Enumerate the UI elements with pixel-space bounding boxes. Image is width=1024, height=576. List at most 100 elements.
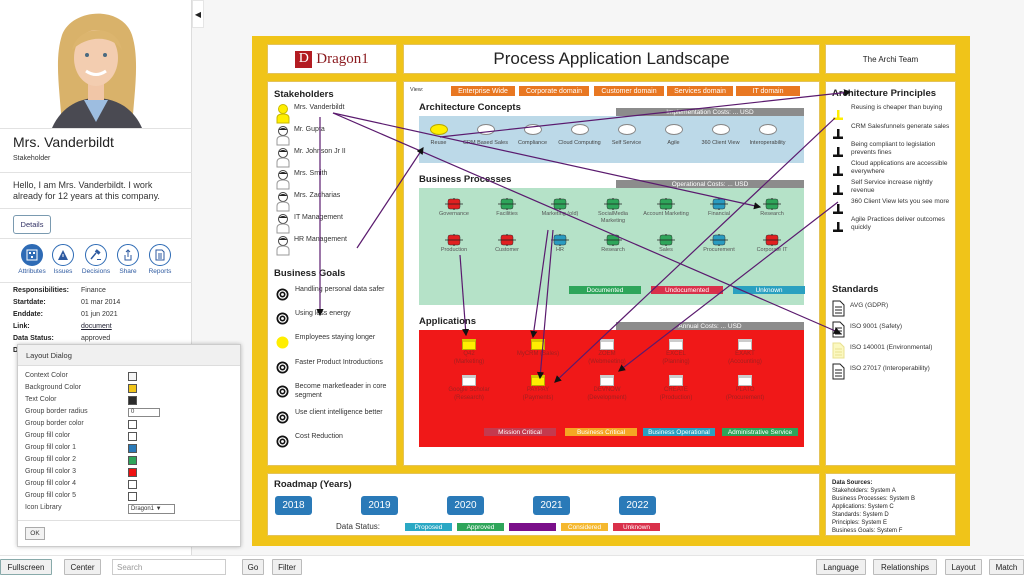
view-button[interactable]: Services domain bbox=[667, 86, 733, 96]
center-button[interactable]: Center bbox=[64, 559, 101, 575]
principle-item[interactable]: Reusing is cheaper than buying bbox=[832, 104, 954, 122]
goal-item[interactable]: Use client intelligence better bbox=[276, 408, 394, 428]
process-item[interactable]: Production bbox=[428, 234, 480, 254]
process-item[interactable]: Research bbox=[746, 198, 798, 218]
application-legend-item[interactable]: Mission Critical bbox=[484, 428, 556, 436]
color-swatch[interactable] bbox=[128, 480, 137, 489]
color-swatch[interactable] bbox=[128, 444, 137, 453]
process-legend-item[interactable]: Documented bbox=[569, 286, 641, 294]
stakeholder-item[interactable]: Mr. Johnson Jr II bbox=[276, 148, 394, 168]
process-legend-item[interactable]: Unknown bbox=[733, 286, 805, 294]
application-item[interactable]: Google Scholar (Research) bbox=[436, 375, 502, 402]
color-swatch[interactable] bbox=[128, 384, 137, 393]
collapse-panel-button[interactable]: ◀ bbox=[192, 0, 204, 28]
process-item[interactable]: Facilities bbox=[481, 198, 533, 218]
layout-button[interactable]: Layout bbox=[945, 559, 982, 575]
year-button[interactable]: 2020 bbox=[447, 496, 484, 515]
standard-item[interactable]: ISO 9001 (Safety) bbox=[832, 321, 954, 339]
principle-item[interactable]: Agile Practices deliver outcomes quickly bbox=[832, 216, 954, 234]
goal-item[interactable]: Employees staying longer bbox=[276, 333, 394, 353]
color-swatch[interactable] bbox=[128, 492, 137, 501]
data-status-chip[interactable] bbox=[509, 523, 556, 531]
search-input[interactable] bbox=[112, 559, 226, 575]
fullscreen-button[interactable]: Fullscreen bbox=[0, 559, 52, 575]
application-item[interactable]: Q42 (Marketing) bbox=[436, 339, 502, 366]
year-button[interactable]: 2022 bbox=[619, 496, 656, 515]
color-swatch[interactable] bbox=[128, 372, 137, 381]
application-item[interactable]: DEVNOW (Development) bbox=[574, 375, 640, 402]
filter-button[interactable]: Filter bbox=[272, 559, 302, 575]
process-item[interactable]: Sales bbox=[640, 234, 692, 254]
stakeholder-item[interactable]: HR Management bbox=[276, 236, 394, 256]
goal-item[interactable]: Faster Product Introductions bbox=[276, 358, 394, 378]
goal-item[interactable]: Cost Reduction bbox=[276, 432, 394, 452]
process-item[interactable]: SocialMedia Marketing bbox=[587, 198, 639, 225]
application-item[interactable]: ZOEM (Webmeeting) bbox=[574, 339, 640, 366]
view-button[interactable]: Customer domain bbox=[594, 86, 664, 96]
year-button[interactable]: 2018 bbox=[275, 496, 312, 515]
process-item[interactable]: Corporate IT bbox=[746, 234, 798, 254]
application-item[interactable]: EXCEL (Planning) bbox=[643, 339, 709, 366]
application-legend-item[interactable]: Business Critical bbox=[565, 428, 637, 436]
stakeholder-item[interactable]: Mrs. Zacharias bbox=[276, 192, 394, 212]
process-item[interactable]: Procurement bbox=[693, 234, 745, 254]
process-item[interactable]: Customer bbox=[481, 234, 533, 254]
stakeholder-item[interactable]: Mrs. Smith bbox=[276, 170, 394, 190]
principle-item[interactable]: 360 Client View lets you see more bbox=[832, 198, 954, 216]
application-item[interactable]: MyCRM (Sales) bbox=[505, 339, 571, 359]
language-button[interactable]: Language bbox=[816, 559, 866, 575]
process-item[interactable]: HR bbox=[534, 234, 586, 254]
data-status-chip[interactable]: Proposed bbox=[405, 523, 452, 531]
data-status-chip[interactable]: Unknown bbox=[613, 523, 660, 531]
concept-item[interactable]: Self Service bbox=[604, 124, 649, 146]
concept-item[interactable]: Cloud Computing bbox=[557, 124, 602, 146]
standard-item[interactable]: ISO 140001 (Environmental) bbox=[832, 342, 954, 360]
year-button[interactable]: 2019 bbox=[361, 496, 398, 515]
concept-item[interactable]: CRM Based Sales bbox=[463, 124, 508, 146]
goal-item[interactable]: Handling personal data safer bbox=[276, 285, 394, 305]
color-swatch[interactable] bbox=[128, 432, 137, 441]
process-item[interactable]: Marketing (old) bbox=[534, 198, 586, 218]
color-swatch[interactable] bbox=[128, 456, 137, 465]
standard-item[interactable]: ISO 27017 (Interoperability) bbox=[832, 363, 954, 381]
process-item[interactable]: Governance bbox=[428, 198, 480, 218]
stakeholder-item[interactable]: Mr. Gupta bbox=[276, 126, 394, 146]
principle-item[interactable]: Being compliant to legislation prevents … bbox=[832, 141, 954, 159]
process-item[interactable]: Research bbox=[587, 234, 639, 254]
concept-item[interactable]: Interoperability bbox=[745, 124, 790, 146]
application-item[interactable]: PAYPAY (Payments) bbox=[505, 375, 571, 402]
stakeholder-item[interactable]: Mrs. Vanderbildt bbox=[276, 104, 394, 124]
ok-button[interactable]: OK bbox=[25, 527, 45, 540]
view-button[interactable]: Corporate domain bbox=[519, 86, 589, 96]
goal-item[interactable]: Become marketleader in core segment bbox=[276, 382, 394, 402]
application-legend-item[interactable]: Business Operational bbox=[643, 428, 715, 436]
concept-item[interactable]: 360 Client View bbox=[698, 124, 743, 146]
concept-item[interactable]: Compliance bbox=[510, 124, 555, 146]
data-status-chip[interactable]: Approved bbox=[457, 523, 504, 531]
concept-item[interactable]: Reuse bbox=[416, 124, 461, 146]
process-item[interactable]: Financial bbox=[693, 198, 745, 218]
share-button[interactable]: Share bbox=[110, 244, 146, 275]
color-swatch[interactable] bbox=[128, 396, 137, 405]
data-status-chip[interactable]: Considered bbox=[561, 523, 608, 531]
goal-item[interactable]: Using less energy bbox=[276, 309, 394, 329]
standard-item[interactable]: AVG (GDPR) bbox=[832, 300, 954, 318]
application-legend-item[interactable]: Administrative Service bbox=[722, 428, 798, 436]
reports-button[interactable]: Reports bbox=[142, 244, 178, 275]
go-button[interactable]: Go bbox=[242, 559, 264, 575]
match-button[interactable]: Match bbox=[989, 559, 1024, 575]
relationships-button[interactable]: Relationships bbox=[873, 559, 937, 575]
color-swatch[interactable] bbox=[128, 468, 137, 477]
principle-item[interactable]: Cloud applications are accessible everyw… bbox=[832, 160, 954, 178]
decisions-button[interactable]: Decisions bbox=[78, 244, 114, 275]
stakeholder-item[interactable]: IT Management bbox=[276, 214, 394, 234]
view-button[interactable]: IT domain bbox=[736, 86, 800, 96]
application-item[interactable]: CREATE (Production) bbox=[643, 375, 709, 402]
application-item[interactable]: EXAKT (Accounting) bbox=[712, 339, 778, 366]
process-item[interactable]: Account Marketing bbox=[640, 198, 692, 218]
concept-item[interactable]: Agile bbox=[651, 124, 696, 146]
details-button[interactable]: Details bbox=[13, 215, 51, 234]
principle-item[interactable]: CRM Salesfunnels generate sales bbox=[832, 123, 954, 141]
icon-library-select[interactable]: Dragon1 ▼ bbox=[128, 504, 175, 514]
year-button[interactable]: 2021 bbox=[533, 496, 570, 515]
